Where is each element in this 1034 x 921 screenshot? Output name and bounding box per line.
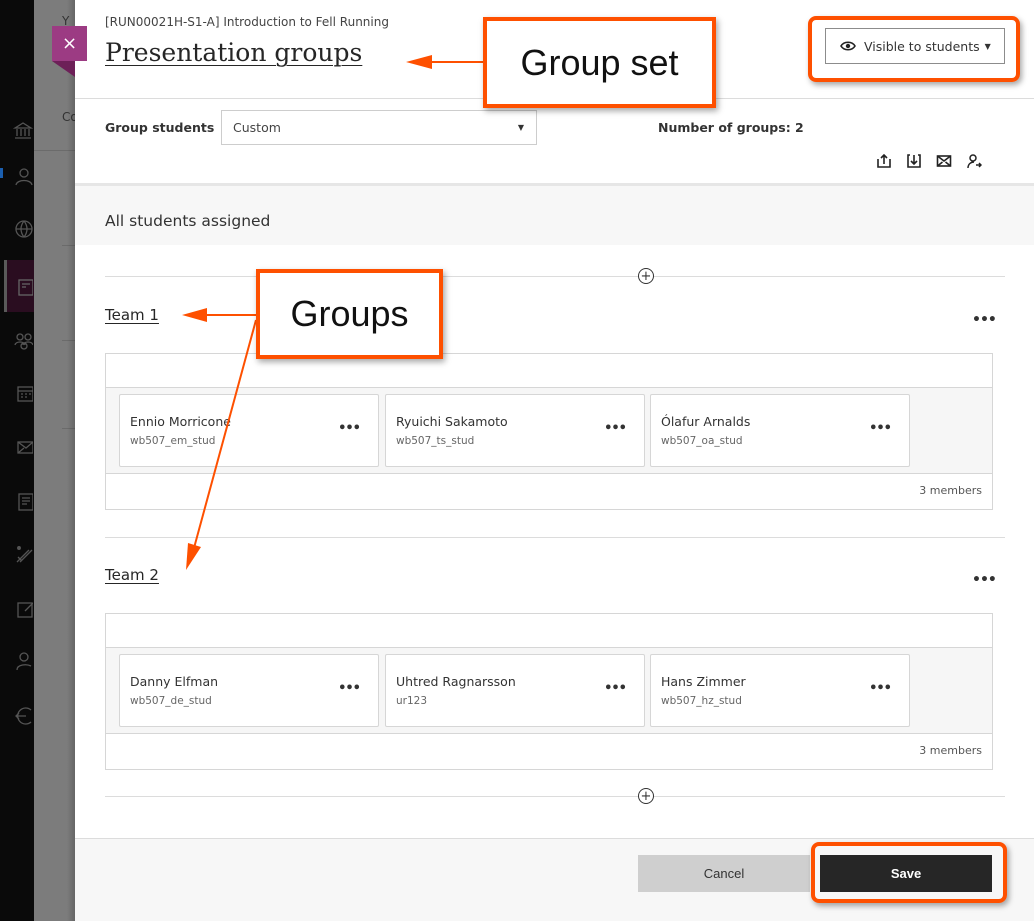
visibility-highlight xyxy=(808,16,1020,82)
group-toolbar xyxy=(875,152,983,170)
member-username: wb507_ts_stud xyxy=(396,435,475,447)
group-students-label: Group students xyxy=(105,120,215,135)
member-more-options-button[interactable]: ••• xyxy=(338,681,361,696)
plus-icon: + xyxy=(640,788,652,804)
member-name: Hans Zimmer xyxy=(661,674,746,689)
breadcrumb[interactable]: [RUN00021H-S1-A] Introduction to Fell Ru… xyxy=(105,15,389,29)
add-group-button[interactable]: + xyxy=(638,788,654,804)
group-name-link[interactable]: Team 2 xyxy=(105,566,159,584)
panel-shadow xyxy=(67,0,75,921)
edit-icon[interactable] xyxy=(12,597,34,619)
group-box: Danny Elfman wb507_de_stud ••• Uhtred Ra… xyxy=(105,613,993,770)
import-icon[interactable] xyxy=(875,152,893,170)
group-set-annotation: Group set xyxy=(483,17,716,108)
close-icon: × xyxy=(61,33,78,54)
member-card[interactable]: Ólafur Arnalds wb507_oa_stud ••• xyxy=(650,394,910,467)
member-username: ur123 xyxy=(396,695,428,707)
profile-icon[interactable] xyxy=(12,650,34,672)
chevron-down-icon: ▼ xyxy=(517,123,524,132)
unassigned-students-area: All students assigned xyxy=(75,183,1034,245)
group-students-selected: Custom xyxy=(233,120,281,135)
member-username: wb507_em_stud xyxy=(130,435,216,447)
member-username: wb507_hz_stud xyxy=(661,695,742,707)
group-more-options-button[interactable]: ••• xyxy=(972,572,997,588)
plus-icon: + xyxy=(640,268,652,284)
nav-icons xyxy=(0,0,34,921)
member-card[interactable]: Hans Zimmer wb507_hz_stud ••• xyxy=(650,654,910,727)
group-drop-zone[interactable] xyxy=(106,354,992,388)
member-username: wb507_de_stud xyxy=(130,695,212,707)
member-card[interactable]: Ennio Morricone wb507_em_stud ••• xyxy=(119,394,379,467)
tools-icon[interactable] xyxy=(12,543,34,565)
add-group-button[interactable]: + xyxy=(638,268,654,284)
member-card[interactable]: Ryuichi Sakamoto wb507_ts_stud ••• xyxy=(385,394,645,467)
save-highlight xyxy=(811,842,1007,903)
grades-icon[interactable] xyxy=(12,490,34,512)
group-members-area: Danny Elfman wb507_de_stud ••• Uhtred Ra… xyxy=(106,648,992,734)
courses-icon[interactable] xyxy=(12,276,34,298)
page-title[interactable]: Presentation groups xyxy=(105,38,362,67)
member-name: Uhtred Ragnarsson xyxy=(396,674,516,689)
member-more-options-button[interactable]: ••• xyxy=(604,421,627,436)
member-more-options-button[interactable]: ••• xyxy=(604,681,627,696)
divider xyxy=(105,537,1005,538)
member-more-options-button[interactable]: ••• xyxy=(338,421,361,436)
group-drop-zone[interactable] xyxy=(106,614,992,648)
export-icon[interactable] xyxy=(905,152,923,170)
globe-icon[interactable] xyxy=(12,218,34,240)
cancel-button[interactable]: Cancel xyxy=(638,855,810,892)
member-more-options-button[interactable]: ••• xyxy=(869,681,892,696)
member-count: 3 members xyxy=(919,484,982,497)
member-count: 3 members xyxy=(919,744,982,757)
add-group-divider xyxy=(105,276,1005,277)
close-button-fold xyxy=(52,61,75,77)
groups-annotation: Groups xyxy=(256,269,443,359)
member-card[interactable]: Danny Elfman wb507_de_stud ••• xyxy=(119,654,379,727)
group-name-link[interactable]: Team 1 xyxy=(105,306,159,324)
user-icon[interactable] xyxy=(12,165,34,187)
number-of-groups: Number of groups: 2 xyxy=(658,120,804,135)
unassigned-status: All students assigned xyxy=(105,212,271,230)
member-name: Ryuichi Sakamoto xyxy=(396,414,508,429)
sign-out-icon[interactable] xyxy=(12,705,34,727)
add-group-divider xyxy=(105,796,1005,797)
member-name: Ennio Morricone xyxy=(130,414,231,429)
group-members-area: Ennio Morricone wb507_em_stud ••• Ryuich… xyxy=(106,388,992,474)
member-more-options-button[interactable]: ••• xyxy=(869,421,892,436)
add-user-icon[interactable] xyxy=(965,152,983,170)
group-set-panel: [RUN00021H-S1-A] Introduction to Fell Ru… xyxy=(75,0,1034,921)
mail-icon[interactable] xyxy=(12,436,34,458)
groups-icon[interactable] xyxy=(12,330,34,352)
calendar-icon[interactable] xyxy=(12,382,34,404)
member-username: wb507_oa_stud xyxy=(661,435,743,447)
member-name: Ólafur Arnalds xyxy=(661,414,751,429)
close-panel-button[interactable]: × xyxy=(52,26,87,61)
member-name: Danny Elfman xyxy=(130,674,219,689)
message-icon[interactable] xyxy=(935,152,953,170)
group-students-select[interactable]: Custom ▼ xyxy=(221,110,537,145)
group-more-options-button[interactable]: ••• xyxy=(972,312,997,328)
member-card[interactable]: Uhtred Ragnarsson ur123 ••• xyxy=(385,654,645,727)
group-box: Ennio Morricone wb507_em_stud ••• Ryuich… xyxy=(105,353,993,510)
institution-icon[interactable] xyxy=(12,120,34,142)
